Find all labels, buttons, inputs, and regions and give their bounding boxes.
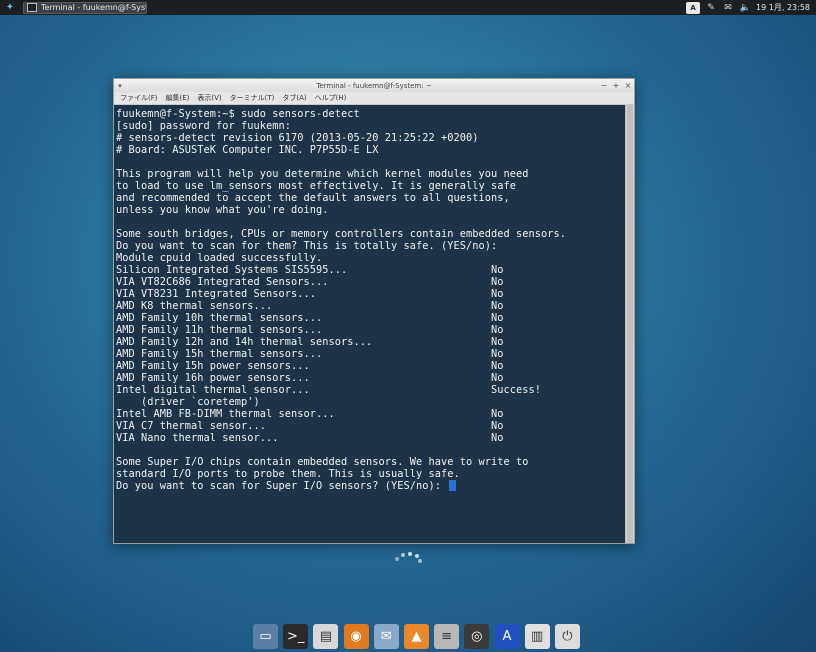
terminal-line: unless you know what you're doing. [116,204,329,216]
terminal-line: # sensors-detect revision 6170 (2013-05-… [116,132,479,144]
audio-mixer-icon[interactable]: ≡ [434,624,460,649]
minimize-icon[interactable]: − [598,81,610,90]
terminal-line: Do you want to scan for Super I/O sensor… [116,480,625,492]
show-desktop-icon[interactable]: ▭ [253,624,278,649]
clock[interactable]: 19 1月, 23:58 [756,2,810,13]
logout-icon[interactable]: ⏻ [554,624,580,649]
menu-terminal[interactable]: ターミナル(T) [230,93,275,103]
terminal-line: Some south bridges, CPUs or memory contr… [116,228,566,240]
disc-burner-icon[interactable]: ◎ [464,624,490,649]
terminal-line: AMD Family 16h power sensors... No [116,372,504,384]
terminal-line: to load to use lm_sensors most effective… [116,180,516,192]
terminal-line: VIA VT8231 Integrated Sensors... No [116,288,504,300]
terminal-line: Intel AMB FB-DIMM thermal sensor... No [116,408,504,420]
terminal-icon [27,3,37,12]
terminal-line: AMD K8 thermal sensors... No [116,300,504,312]
menu-file[interactable]: ファイル(F) [120,93,158,103]
terminal-line: (driver `coretemp') [116,396,260,408]
window-menu-icon[interactable]: ▾ [114,82,126,90]
terminal-line: Silicon Integrated Systems SIS5595... No [116,264,504,276]
file-manager-icon[interactable]: ▤ [313,624,339,649]
window-titlebar[interactable]: ▾ Terminal - fuukemn@f-System: ~ − + × [114,79,634,92]
top-panel: ✦ Terminal - fuukemn@f-System: ~ A ✎ ✉ 🔈… [0,0,816,15]
mail-client-icon[interactable]: ✉ [373,624,399,649]
firefox-icon[interactable]: ◉ [343,624,369,649]
scrollbar-thumb[interactable] [627,105,633,543]
close-icon[interactable]: × [622,81,634,90]
terminal-line: fuukemn@f-System:~$ sudo sensors-detect [116,108,360,120]
terminal-line: Some Super I/O chips contain embedded se… [116,456,529,468]
terminal-line: VIA Nano thermal sensor... No [116,432,504,444]
trash-icon[interactable]: ▥ [524,624,550,649]
mail-icon[interactable]: ✉ [722,2,734,14]
terminal-line: VIA C7 thermal sensor... No [116,420,504,432]
terminal-line: Do you want to scan for them? This is to… [116,240,498,252]
terminal-output[interactable]: fuukemn@f-System:~$ sudo sensors-detect[… [114,105,625,543]
terminal-line: AMD Family 15h thermal sensors... No [116,348,504,360]
terminal-line: and recommended to accept the default an… [116,192,510,204]
menu-help[interactable]: ヘルプ(H) [315,93,347,103]
font-viewer-icon[interactable]: A [494,624,520,649]
dock: ▭ >_ ▤ ◉ ✉ ▲ ≡ ◎ A ▥ ⏻ [253,623,585,650]
taskbar-button-label: Terminal - fuukemn@f-System: ~ [41,3,146,12]
terminal-icon[interactable]: >_ [283,624,309,649]
system-tray: A ✎ ✉ 🔈 19 1月, 23:58 [686,0,816,15]
menu-bar: ファイル(F) 編集(E) 表示(V) ターミナル(T) タブ(A) ヘルプ(H… [114,92,634,105]
scrollbar[interactable] [625,105,634,543]
terminal-line: # Board: ASUSTeK Computer INC. P7P55D-E … [116,144,379,156]
menu-tabs[interactable]: タブ(A) [282,93,306,103]
keyboard-layout-icon[interactable]: A [686,1,701,14]
text-cursor [449,480,457,491]
terminal-line: [sudo] password for fuukemn: [116,120,291,132]
terminal-line: AMD Family 11h thermal sensors... No [116,324,504,336]
terminal-line: AMD Family 12h and 14h thermal sensors..… [116,336,504,348]
pen-tool-icon[interactable]: ✎ [705,2,717,14]
terminal-line: This program will help you determine whi… [116,168,529,180]
terminal-line: AMD Family 10h thermal sensors... No [116,312,504,324]
maximize-icon[interactable]: + [610,81,622,90]
terminal-line: standard I/O ports to probe them. This i… [116,468,460,480]
terminal-line: AMD Family 15h power sensors... No [116,360,504,372]
menu-edit[interactable]: 編集(E) [166,93,190,103]
applications-menu-icon[interactable]: ✦ [3,1,17,14]
volume-icon[interactable]: 🔈 [739,2,751,14]
terminal-line: Module cpuid loaded successfully. [116,252,323,264]
terminal-line: VIA VT82C686 Integrated Sensors... No [116,276,504,288]
window-title: Terminal - fuukemn@f-System: ~ [316,81,432,90]
vlc-icon[interactable]: ▲ [403,624,429,649]
loading-spinner-icon [393,552,423,564]
terminal-line: Intel digital thermal sensor... Success! [116,384,541,396]
taskbar-button-terminal[interactable]: Terminal - fuukemn@f-System: ~ [23,1,147,14]
terminal-window: ▾ Terminal - fuukemn@f-System: ~ − + × フ… [113,78,635,544]
menu-view[interactable]: 表示(V) [197,93,221,103]
